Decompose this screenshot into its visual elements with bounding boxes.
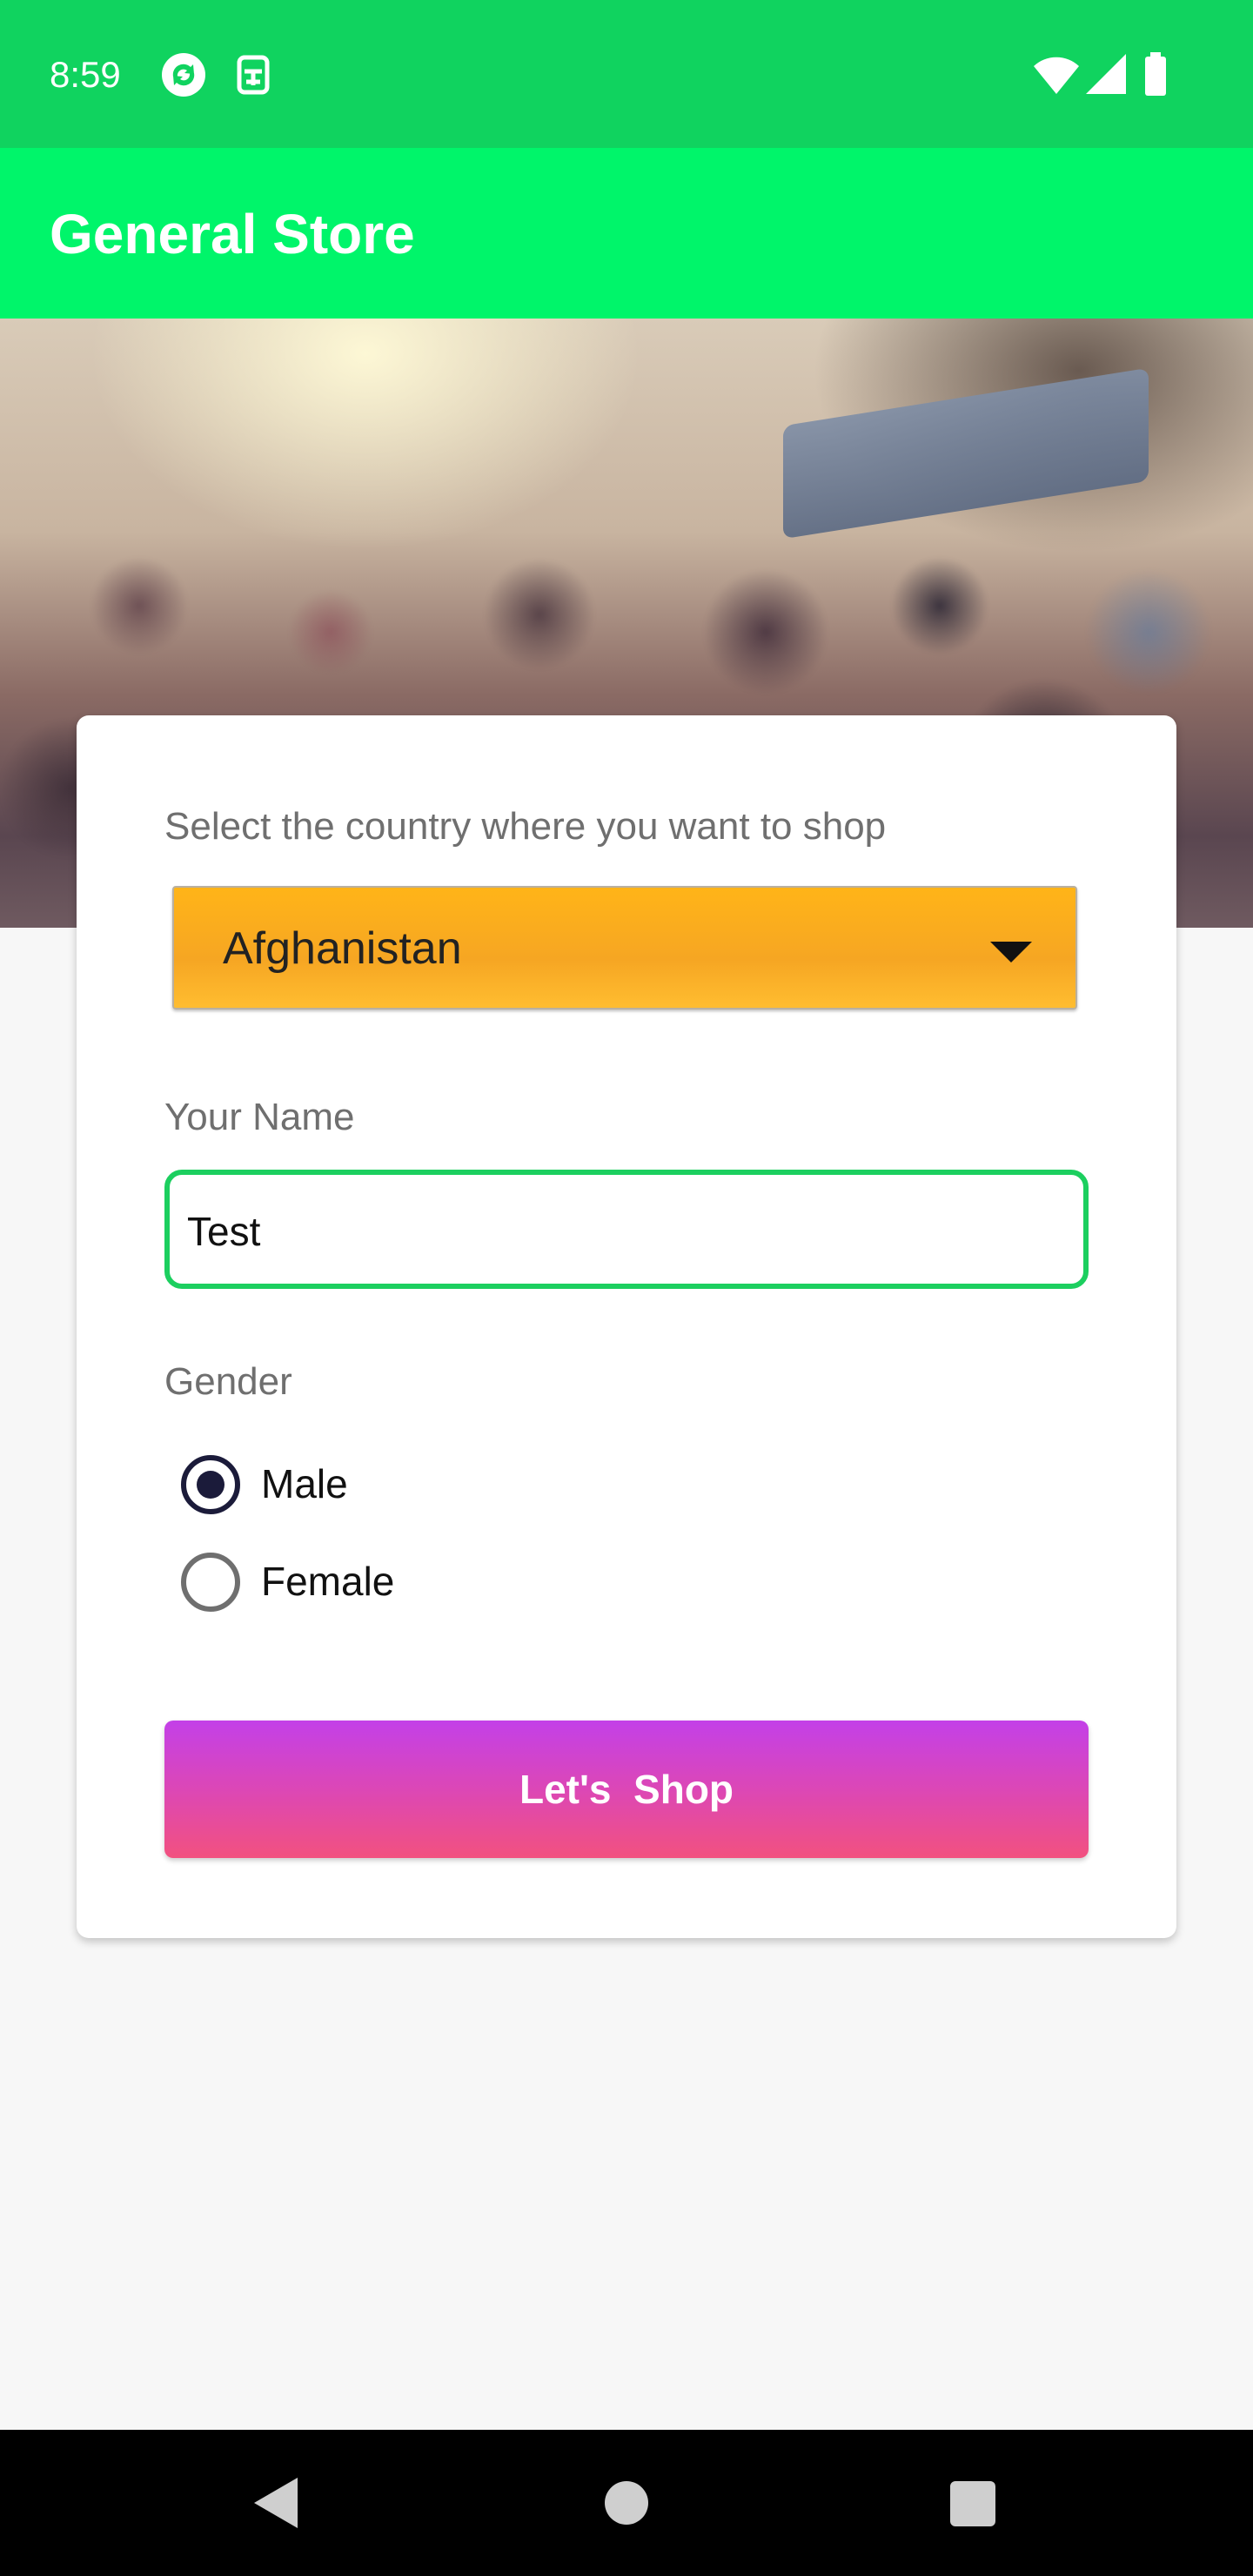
recents-icon[interactable] [950,2481,995,2526]
dropdown-arrow-icon [990,942,1032,963]
gender-option-male[interactable]: Male [181,1453,529,1516]
home-icon[interactable] [605,2481,648,2525]
name-input[interactable]: Test [164,1170,1089,1289]
app-title: General Store [50,203,415,265]
status-bar: 8:59 [0,0,1253,148]
wifi-icon [1034,57,1079,94]
name-label: Your Name [164,1096,355,1138]
sync-icon [162,53,205,97]
country-label: Select the country where you want to sho… [164,805,887,848]
clipboard-icon [237,55,270,95]
name-input-value: Test [187,1209,261,1254]
app-bar: General Store [0,148,1253,319]
battery-icon [1145,52,1166,96]
country-dropdown[interactable]: Afghanistan [172,886,1077,1010]
status-time: 8:59 [50,54,121,95]
gender-option-label: Male [261,1461,348,1506]
gender-option-female[interactable]: Female [181,1551,529,1613]
radio-unchecked-icon[interactable] [181,1553,240,1612]
cellular-signal-icon [1086,54,1126,94]
country-selected-value: Afghanistan [223,923,462,974]
gender-label: Gender [164,1360,292,1403]
lets-shop-label: Let's Shop [519,1767,734,1812]
gender-option-label: Female [261,1559,395,1604]
radio-checked-icon[interactable] [181,1455,240,1514]
back-icon[interactable] [254,2478,298,2528]
form-card: Select the country where you want to sho… [77,715,1176,1938]
navigation-bar [0,2430,1253,2576]
lets-shop-button[interactable]: Let's Shop [164,1721,1089,1858]
radio-dot [197,1471,224,1499]
